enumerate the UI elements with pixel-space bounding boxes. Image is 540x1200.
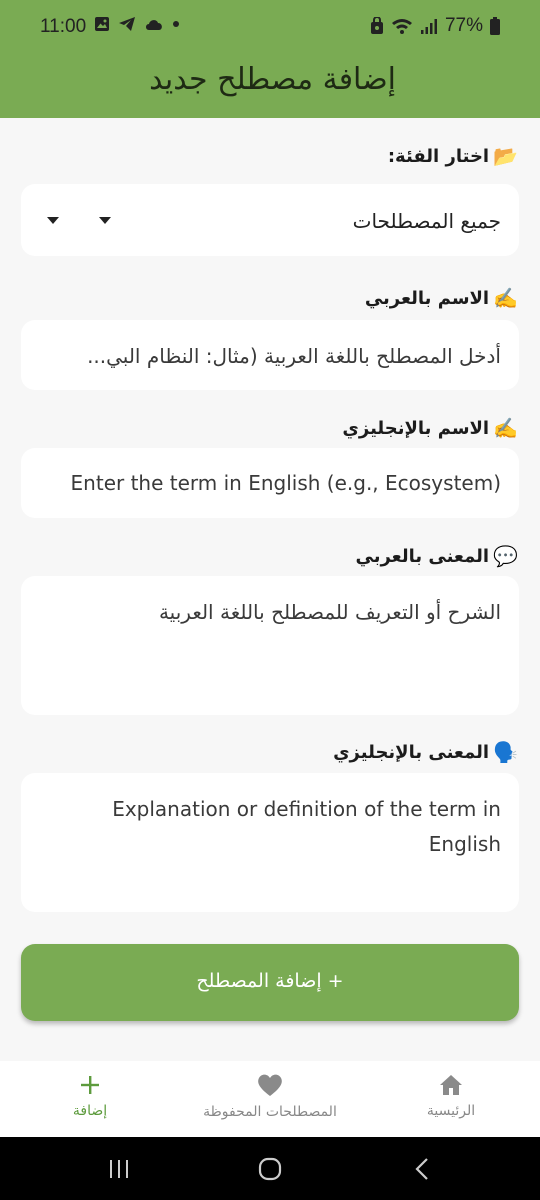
writing-hand-icon: ✍️ (493, 416, 518, 440)
form-content: 📂 اختار الفئة: جميع المصطلحات ✍️ الاسم ب… (0, 118, 540, 1061)
bottom-navigation: الرئيسية المصطلحات المحفوظة إضافة (0, 1061, 540, 1137)
cloud-icon (146, 20, 162, 30)
dot-icon (173, 21, 179, 27)
add-term-button[interactable]: + إضافة المصطلح (21, 944, 519, 1021)
arabic-meaning-label: 💬 المعنى بالعربي (356, 544, 519, 568)
folder-icon: 📂 (493, 144, 518, 168)
signal-icon (420, 19, 437, 34)
arabic-name-placeholder: أدخل المصطلح باللغة العربية (مثال: النظا… (87, 344, 501, 368)
speech-bubble-icon: 💬 (493, 544, 518, 568)
category-dropdown[interactable]: جميع المصطلحات (21, 184, 519, 256)
english-name-placeholder: Enter the term in English (e.g., Ecosyst… (70, 471, 501, 495)
english-name-input[interactable]: Enter the term in English (e.g., Ecosyst… (21, 448, 519, 518)
english-meaning-label: 🗣️ المعنى بالإنجليزي (333, 740, 518, 764)
chevron-down-icon[interactable] (47, 217, 59, 224)
category-selected: جميع المصطلحات (352, 209, 501, 233)
arabic-meaning-textarea[interactable]: الشرح أو التعريف للمصطلح باللغة العربية (21, 576, 519, 715)
nav-add[interactable]: إضافة (30, 1061, 150, 1137)
status-bar: 11:00 77% (0, 0, 540, 56)
status-time: 11:00 (40, 16, 87, 37)
battery-icon (490, 17, 500, 35)
speaking-head-icon: 🗣️ (493, 740, 518, 764)
nav-home-label: الرئيسية (426, 1103, 476, 1119)
nav-add-label: إضافة (72, 1103, 108, 1119)
notification-icons (94, 16, 180, 32)
status-right: 77% (370, 15, 500, 37)
nav-saved[interactable]: المصطلحات المحفوظة (170, 1061, 370, 1137)
plus-icon (81, 1076, 99, 1094)
heart-icon (258, 1074, 282, 1096)
category-label: 📂 اختار الفئة: (388, 144, 518, 168)
english-meaning-textarea[interactable]: Explanation or definition of the term in… (21, 773, 519, 912)
nav-home[interactable]: الرئيسية (388, 1061, 514, 1137)
arabic-name-label-text: الاسم بالعربي (364, 287, 490, 309)
gallery-icon (95, 17, 109, 31)
arabic-name-input[interactable]: أدخل المصطلح باللغة العربية (مثال: النظا… (21, 320, 519, 390)
arabic-meaning-placeholder: الشرح أو التعريف للمصطلح باللغة العربية (158, 600, 501, 624)
lock-battery-icon (370, 17, 383, 34)
home-circle-icon[interactable] (258, 1157, 282, 1181)
english-meaning-placeholder-line1: Explanation or definition of the term in (112, 797, 501, 821)
battery-percent: 77% (444, 15, 483, 36)
english-name-label: ✍️ الاسم بالإنجليزي (342, 416, 518, 440)
back-icon[interactable] (414, 1157, 430, 1181)
home-icon (440, 1075, 462, 1095)
arabic-meaning-label-text: المعنى بالعربي (355, 545, 490, 567)
nav-saved-label: المصطلحات المحفوظة (203, 1104, 337, 1120)
english-name-label-text: الاسم بالإنجليزي (342, 417, 490, 439)
system-navigation-bar (0, 1137, 540, 1200)
arabic-name-label: ✍️ الاسم بالعربي (365, 286, 518, 310)
telegram-icon (119, 17, 135, 31)
english-meaning-placeholder-line2: English (428, 832, 501, 856)
app-header: 11:00 77% إضافة مصطلح جديد (0, 0, 540, 118)
recent-apps-icon[interactable] (108, 1159, 130, 1179)
writing-hand-icon: ✍️ (493, 286, 518, 310)
category-label-text: اختار الفئة: (387, 145, 490, 167)
add-term-button-label: + إضافة المصطلح (196, 970, 344, 992)
chevron-down-icon[interactable] (99, 217, 111, 224)
wifi-icon (391, 19, 412, 34)
english-meaning-label-text: المعنى بالإنجليزي (333, 741, 490, 763)
page-title: إضافة مصطلح جديد (149, 62, 396, 97)
